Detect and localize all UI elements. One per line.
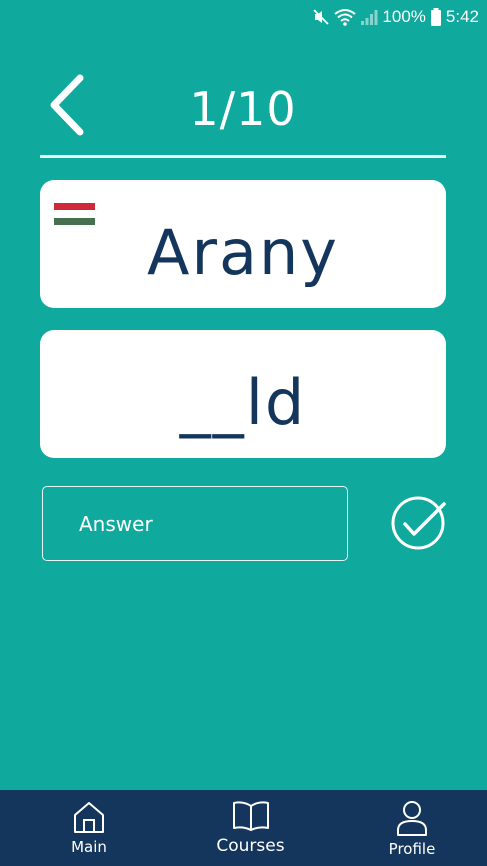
header-divider [40, 155, 446, 158]
battery-percent: 100% [382, 7, 426, 26]
answer-input[interactable] [42, 486, 348, 561]
page-counter: 1/10 [189, 82, 297, 136]
nav-label-courses: Courses [216, 836, 285, 856]
book-icon [232, 801, 269, 831]
hint-card: __ld [40, 330, 446, 458]
signal-icon [361, 10, 378, 25]
word-card: Arany [40, 180, 446, 308]
check-circle-icon [391, 496, 446, 550]
nav-label-main: Main [71, 838, 107, 856]
hint-text: __ld [179, 366, 307, 439]
nav-item-profile[interactable]: Profile [369, 790, 455, 866]
bottom-nav: Main Courses Profile [0, 790, 487, 866]
nav-item-courses[interactable]: Courses [208, 790, 294, 866]
wifi-icon [334, 9, 357, 26]
home-icon [74, 802, 104, 833]
user-icon [397, 801, 427, 836]
nav-label-profile: Profile [388, 840, 436, 858]
nav-item-main[interactable]: Main [46, 790, 132, 866]
submit-answer-button[interactable] [389, 494, 447, 552]
battery-icon [430, 8, 441, 26]
header: 1/10 [40, 70, 446, 150]
status-bar: 100% 5:42 [0, 0, 487, 34]
mute-icon [313, 9, 330, 25]
status-time: 5:42 [445, 7, 479, 26]
word-text: Arany [147, 216, 339, 289]
